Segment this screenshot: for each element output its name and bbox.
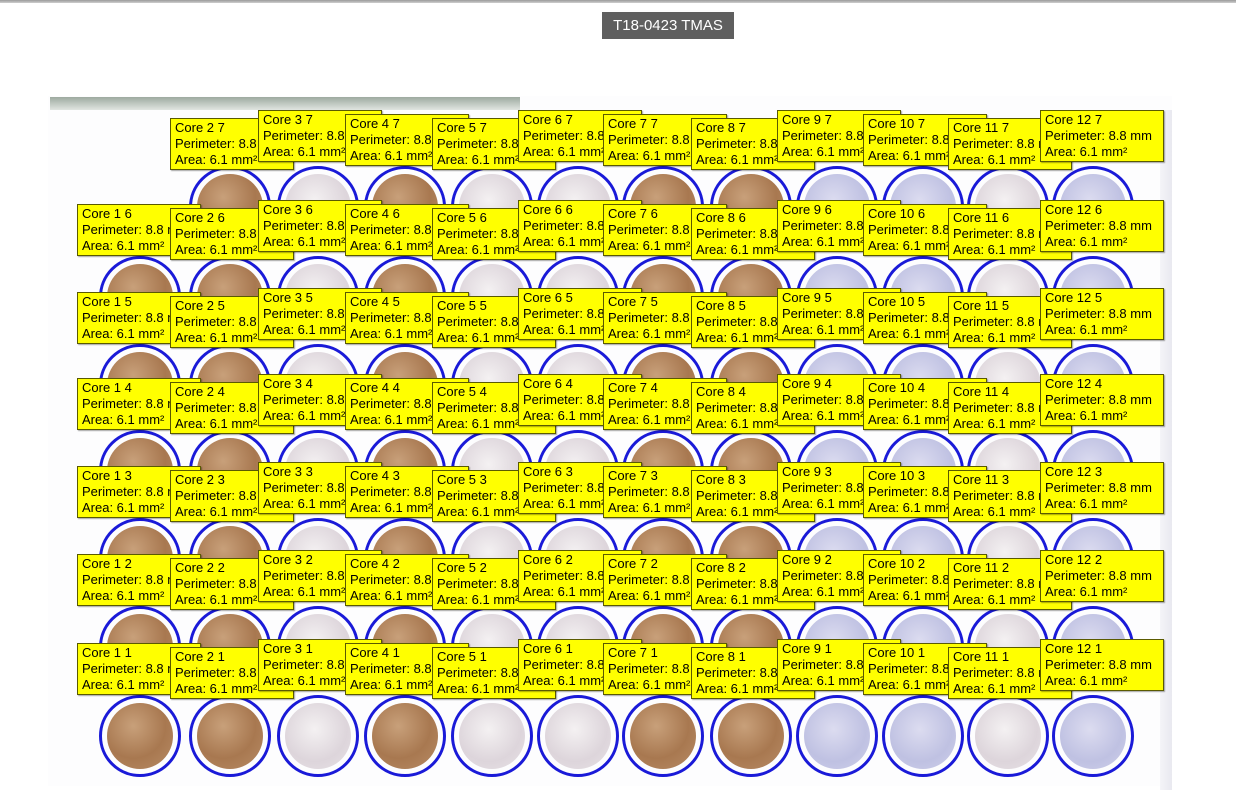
core-name: Core 12 7 xyxy=(1045,112,1103,127)
tissue-core[interactable] xyxy=(796,695,878,777)
core-area: Area: 6.1 mm² xyxy=(1045,234,1128,249)
core-label[interactable]: Core 12 2 Perimeter: 8.8 mm Area: 6.1 mm² xyxy=(1040,550,1164,602)
tissue-core[interactable] xyxy=(277,695,359,777)
core-name: Core 12 2 xyxy=(1045,552,1103,567)
tissue-sample xyxy=(804,703,870,769)
core-perimeter: Perimeter: 8.8 mm xyxy=(1045,128,1152,143)
tissue-sample xyxy=(630,703,696,769)
core-area: Area: 6.1 mm² xyxy=(1045,408,1128,423)
slide-label-strip xyxy=(50,97,520,110)
image-title: T18-0423 TMAS xyxy=(602,12,734,39)
core-label[interactable]: Core 12 5 Perimeter: 8.8 mm Area: 6.1 mm² xyxy=(1040,288,1164,340)
core-name: Core 12 3 xyxy=(1045,464,1103,479)
tissue-sample xyxy=(545,703,611,769)
core-label[interactable]: Core 12 1 Perimeter: 8.8 mm Area: 6.1 mm² xyxy=(1040,639,1164,691)
tissue-core[interactable] xyxy=(189,695,271,777)
core-area: Area: 6.1 mm² xyxy=(1045,144,1128,159)
core-perimeter: Perimeter: 8.8 mm xyxy=(1045,657,1152,672)
tissue-core[interactable] xyxy=(537,695,619,777)
tissue-core[interactable] xyxy=(451,695,533,777)
tissue-sample xyxy=(285,703,351,769)
window-top-border xyxy=(0,0,1236,3)
core-label[interactable]: Core 12 6 Perimeter: 8.8 mm Area: 6.1 mm² xyxy=(1040,200,1164,252)
tissue-core[interactable] xyxy=(967,695,1049,777)
tissue-sample xyxy=(107,703,173,769)
tissue-sample xyxy=(1060,703,1126,769)
tissue-sample xyxy=(975,703,1041,769)
tissue-sample xyxy=(718,703,784,769)
core-name: Core 12 5 xyxy=(1045,290,1103,305)
tissue-sample xyxy=(890,703,956,769)
core-name: Core 12 6 xyxy=(1045,202,1103,217)
core-area: Area: 6.1 mm² xyxy=(1045,673,1128,688)
tissue-sample xyxy=(372,703,438,769)
tissue-core[interactable] xyxy=(364,695,446,777)
core-area: Area: 6.1 mm² xyxy=(1045,322,1128,337)
tissue-core[interactable] xyxy=(882,695,964,777)
tissue-core[interactable] xyxy=(99,695,181,777)
core-perimeter: Perimeter: 8.8 mm xyxy=(1045,480,1152,495)
core-name: Core 12 1 xyxy=(1045,641,1103,656)
tissue-core[interactable] xyxy=(622,695,704,777)
tissue-core[interactable] xyxy=(1052,695,1134,777)
tissue-sample xyxy=(197,703,263,769)
core-perimeter: Perimeter: 8.8 mm xyxy=(1045,218,1152,233)
core-label[interactable]: Core 12 7 Perimeter: 8.8 mm Area: 6.1 mm² xyxy=(1040,110,1164,162)
core-area: Area: 6.1 mm² xyxy=(1045,584,1128,599)
tissue-core[interactable] xyxy=(710,695,792,777)
core-label[interactable]: Core 12 4 Perimeter: 8.8 mm Area: 6.1 mm² xyxy=(1040,374,1164,426)
core-perimeter: Perimeter: 8.8 mm xyxy=(1045,568,1152,583)
tissue-sample xyxy=(459,703,525,769)
core-perimeter: Perimeter: 8.8 mm xyxy=(1045,392,1152,407)
core-area: Area: 6.1 mm² xyxy=(1045,496,1128,511)
core-label[interactable]: Core 12 3 Perimeter: 8.8 mm Area: 6.1 mm² xyxy=(1040,462,1164,514)
core-perimeter: Perimeter: 8.8 mm xyxy=(1045,306,1152,321)
core-name: Core 12 4 xyxy=(1045,376,1103,391)
